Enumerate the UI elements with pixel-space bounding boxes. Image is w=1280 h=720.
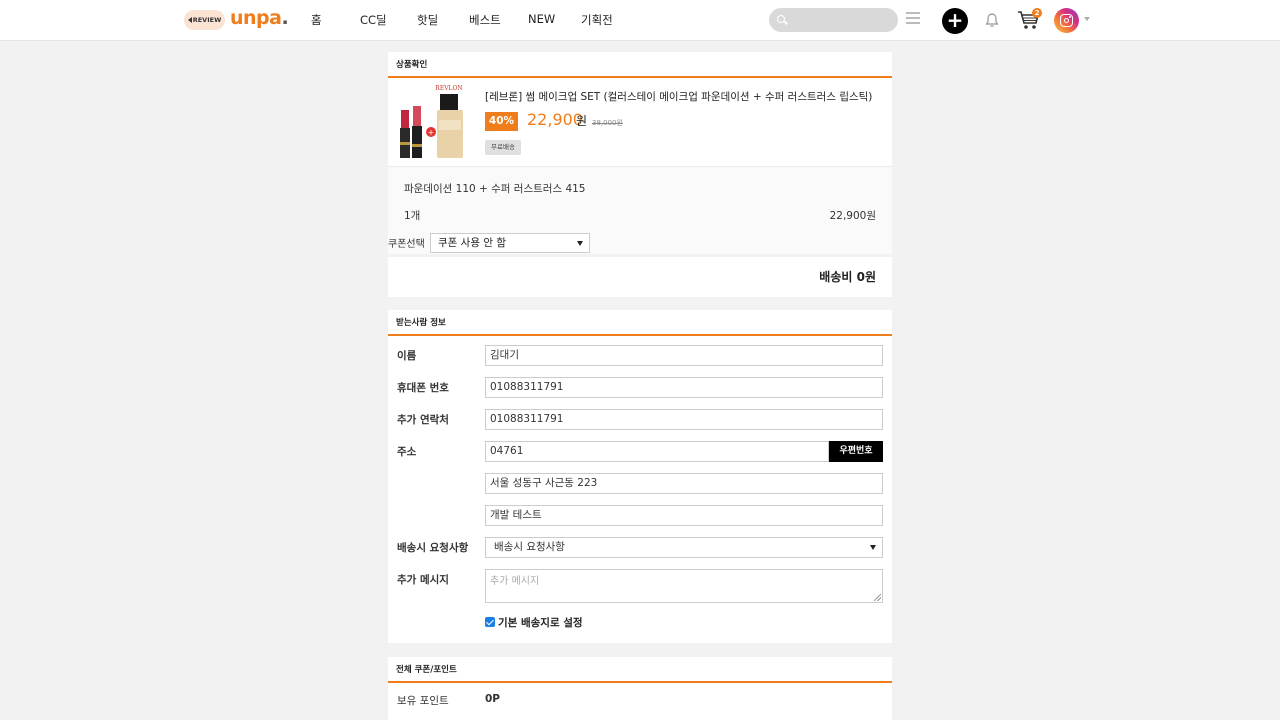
default-address-label[interactable]: 기본 배송지로 설정: [498, 615, 583, 630]
extra-contact-label: 추가 연락처: [397, 414, 449, 426]
section-title: 받는사람 정보: [388, 310, 892, 336]
instagram-avatar-icon[interactable]: [1054, 8, 1079, 33]
zipcode-button[interactable]: 우편번호: [829, 441, 883, 462]
coupon-select[interactable]: 쿠폰 사용 안 함: [430, 233, 590, 253]
price-unit: 원: [576, 114, 588, 128]
review-label: REVIEW: [192, 16, 222, 24]
default-address-checkbox[interactable]: [485, 617, 495, 627]
option-area: 파운데이션 110 + 수퍼 러스트러스 415 1개 22,900원 쿠폰선택…: [388, 166, 892, 254]
search-bar[interactable]: [769, 8, 898, 32]
subtotal: 22,900원: [829, 210, 876, 222]
shipping-fee: 배송비 0원: [819, 270, 876, 284]
free-shipping-badge: 무료배송: [485, 140, 521, 155]
bell-icon[interactable]: [985, 12, 999, 28]
svg-text:+: +: [428, 128, 435, 137]
menu-icon[interactable]: [906, 12, 920, 25]
address-label: 주소: [397, 446, 417, 458]
phone-field[interactable]: 01088311791: [485, 377, 883, 398]
delivery-request-select[interactable]: 배송시 요청사항: [485, 537, 883, 558]
extra-message-label: 추가 메시지: [397, 574, 449, 586]
extra-message-textarea[interactable]: 추가 메시지: [485, 569, 883, 603]
product-image[interactable]: + REVLON: [391, 80, 476, 166]
cart-count-badge: 2: [1032, 8, 1042, 18]
extra-contact-field[interactable]: 01088311791: [485, 409, 883, 430]
nav-home[interactable]: 홈: [311, 12, 322, 28]
nav-new[interactable]: NEW: [528, 12, 555, 26]
section-title: 전체 쿠폰/포인트: [388, 657, 892, 683]
original-price: 38,000원: [592, 119, 623, 127]
quantity: 1개: [404, 210, 421, 222]
back-arrow-icon: [187, 17, 192, 23]
name-field[interactable]: 김대기: [485, 345, 883, 366]
points-value: 0P: [485, 693, 501, 705]
recipient-info-section: 받는사람 정보 이름 김대기 휴대폰 번호 01088311791 추가 연락처…: [388, 310, 892, 643]
dropdown-caret-icon: [577, 241, 583, 246]
coupon-points-section: 전체 쿠폰/포인트 보유 포인트 0P: [388, 657, 892, 720]
product-name[interactable]: [레브론] 썸 메이크업 SET (컬러스테이 메이크업 파운데이션 + 수퍼 …: [485, 89, 872, 104]
zipcode-field[interactable]: 04761: [485, 441, 829, 462]
nav-hotdeal[interactable]: 핫딜: [417, 12, 438, 28]
address1-field[interactable]: 서울 성동구 사근동 223: [485, 473, 883, 494]
search-icon: [777, 15, 785, 23]
chevron-down-icon[interactable]: [1084, 17, 1090, 21]
search-input[interactable]: [789, 11, 889, 29]
top-header: REVIEW unpa. 홈 CC딜 핫딜 베스트 NEW 기획전 + 2: [0, 0, 1280, 41]
phone-label: 휴대폰 번호: [397, 382, 449, 394]
discount-badge: 40%: [485, 112, 518, 131]
divider: [388, 254, 892, 257]
selected-option: 파운데이션 110 + 수퍼 러스트러스 415: [404, 183, 586, 195]
nav-special[interactable]: 기획전: [581, 12, 613, 28]
name-label: 이름: [397, 350, 417, 362]
sale-price: 22,900: [527, 110, 583, 129]
unpa-logo[interactable]: unpa.: [230, 7, 289, 29]
address2-field[interactable]: 개발 테스트: [485, 505, 883, 526]
nav-best[interactable]: 베스트: [469, 12, 501, 28]
section-title: 상품확인: [388, 52, 892, 78]
product-confirm-section: 상품확인 + REVLON [레브론] 썸 메이크업 SET (컬러스테이 메이…: [388, 52, 892, 297]
delivery-request-label: 배송시 요청사항: [397, 542, 469, 554]
resize-grip-icon[interactable]: [874, 594, 881, 601]
points-label: 보유 포인트: [397, 695, 449, 707]
review-button[interactable]: REVIEW: [184, 10, 225, 30]
coupon-label: 쿠폰선택: [388, 239, 425, 250]
dropdown-caret-icon: [870, 545, 876, 550]
nav-ccdeal[interactable]: CC딜: [360, 12, 387, 28]
revlon-logo-text: REVLON: [435, 85, 462, 92]
plus-icon[interactable]: +: [942, 8, 968, 34]
